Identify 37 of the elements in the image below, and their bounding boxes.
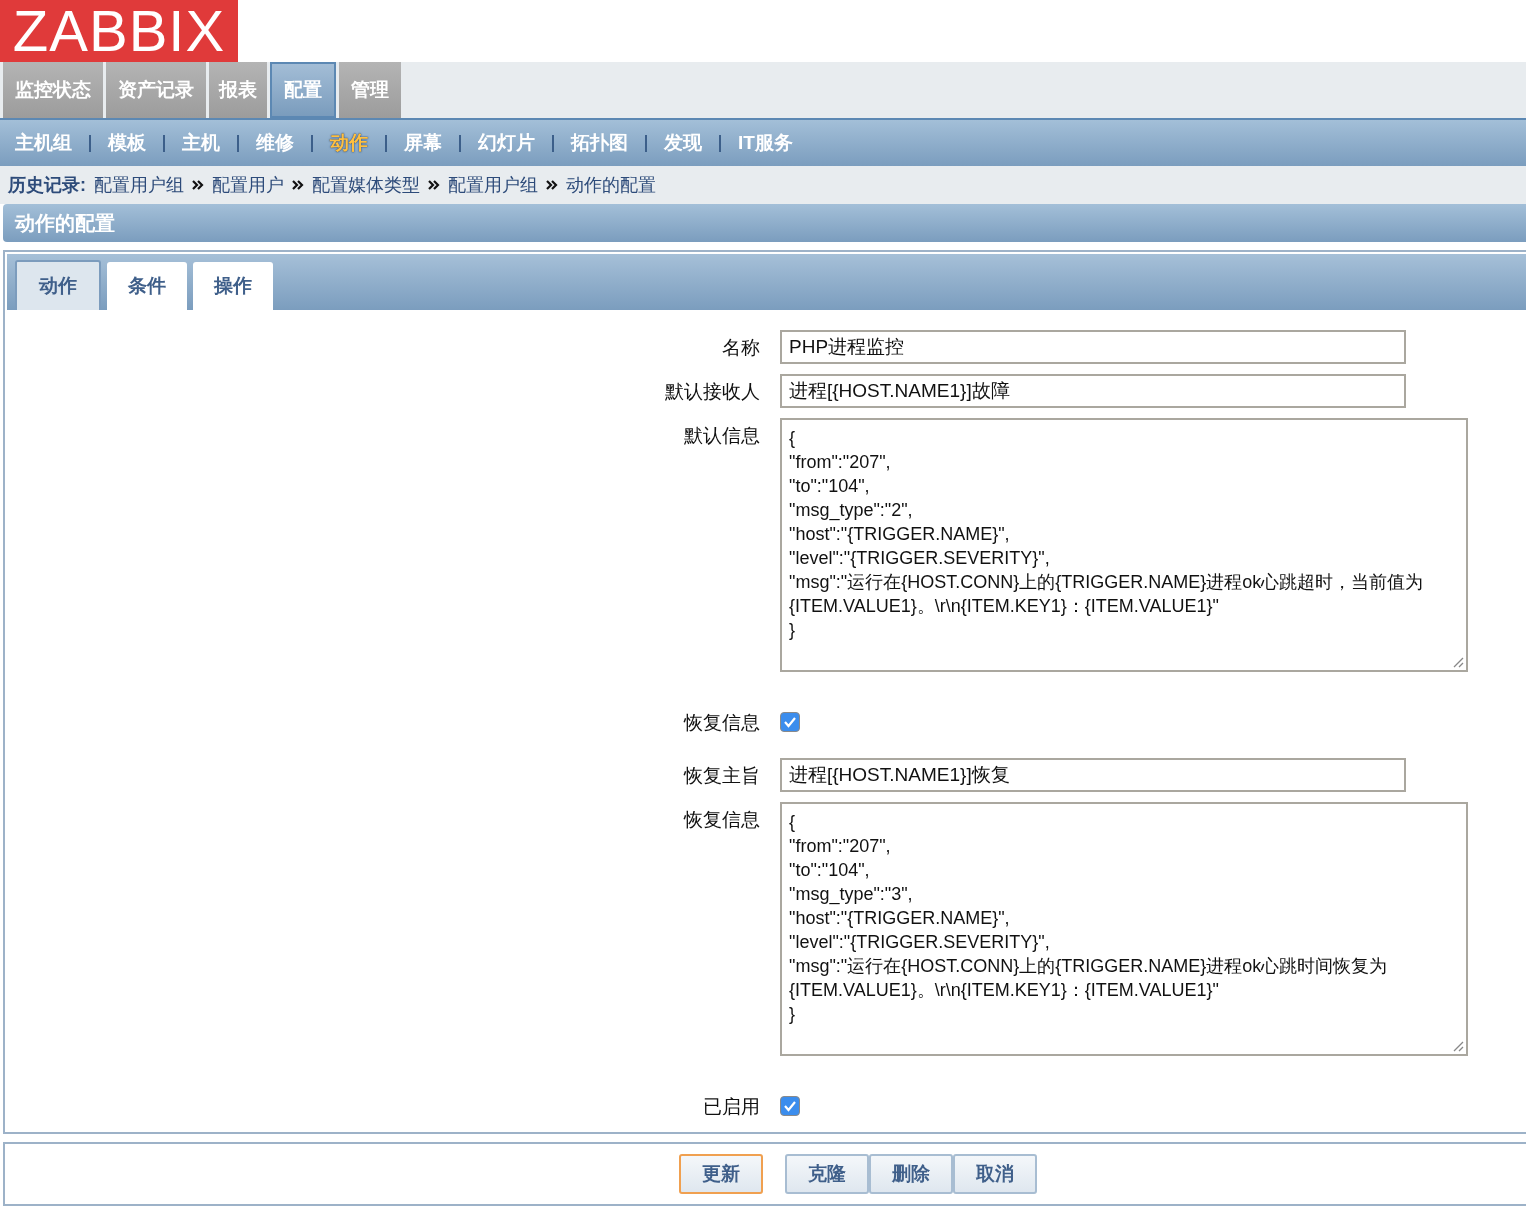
double-chevron-icon bbox=[292, 180, 304, 190]
text-input-field[interactable]: 进程[{HOST.NAME1}]恢复 bbox=[780, 758, 1406, 792]
history-link[interactable]: 配置用户组 bbox=[448, 173, 538, 197]
text-input-field[interactable]: PHP进程监控 bbox=[780, 330, 1406, 364]
field-label: 恢复信息 bbox=[682, 808, 760, 832]
tab[interactable]: 动作 bbox=[15, 260, 101, 310]
tab[interactable]: 操作 bbox=[193, 262, 273, 310]
field-label: 名称 bbox=[721, 336, 760, 360]
history-link[interactable]: 配置用户组 bbox=[94, 173, 184, 197]
history-label: 历史记录: bbox=[8, 174, 86, 197]
resize-grip-icon[interactable] bbox=[1452, 656, 1464, 668]
text-input-field[interactable]: 进程[{HOST.NAME1}]故障 bbox=[780, 374, 1406, 408]
checkbox[interactable] bbox=[780, 1096, 800, 1116]
update-button[interactable]: 更新 bbox=[679, 1154, 763, 1194]
message-textarea[interactable]: { "from":"207", "to":"104", "msg_type":"3", "host":"{TRIGGER.NAME}", "level":"{TRIGGER.SEVERITY}", "msg":"运行在{HOST.CONN}上的{TRIGGER.NAME}进程ok心跳时间恢复为 {ITEM.VALUE1}。\r\n{ITEM.KEY1}：{ITEM.VALUE1}" } bbox=[780, 802, 1468, 1056]
resize-grip-icon[interactable] bbox=[1452, 1040, 1464, 1052]
tab[interactable]: 条件 bbox=[107, 262, 187, 310]
action-button[interactable]: 删除 bbox=[869, 1154, 953, 1194]
checkbox[interactable] bbox=[780, 712, 800, 732]
field-label: 恢复信息 bbox=[682, 711, 760, 735]
action-button[interactable]: 取消 bbox=[953, 1154, 1037, 1194]
checkmark-icon bbox=[783, 715, 797, 729]
history-link[interactable]: 配置媒体类型 bbox=[312, 173, 420, 197]
history-link[interactable]: 动作的配置 bbox=[566, 173, 656, 197]
page-title-bar: 动作的配置 bbox=[3, 204, 1526, 242]
double-chevron-icon bbox=[428, 180, 440, 190]
message-textarea[interactable]: { "from":"207", "to":"104", "msg_type":"2", "host":"{TRIGGER.NAME}", "level":"{TRIGGER.SEVERITY}", "msg":"运行在{HOST.CONN}上的{TRIGGER.NAME}进程ok心跳超时，当前值为 {ITEM.VALUE1}。\r\n{ITEM.KEY1}：{ITEM.VALUE1}" } bbox=[780, 418, 1468, 672]
field-label: 恢复主旨 bbox=[682, 764, 760, 788]
history-link[interactable]: 配置用户 bbox=[212, 173, 284, 197]
field-label: 已启用 bbox=[702, 1095, 760, 1119]
field-label: 默认接收人 bbox=[664, 380, 760, 404]
double-chevron-icon bbox=[546, 180, 558, 190]
zabbix-logo: ZABBIX bbox=[0, 0, 238, 62]
action-button[interactable]: 克隆 bbox=[785, 1154, 869, 1194]
checkmark-icon bbox=[783, 1099, 797, 1113]
double-chevron-icon bbox=[192, 180, 204, 190]
field-label: 默认信息 bbox=[683, 424, 760, 448]
